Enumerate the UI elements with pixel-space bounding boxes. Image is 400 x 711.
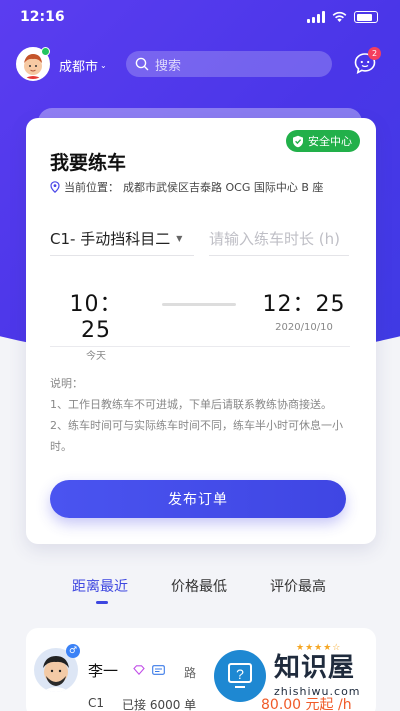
order-card: 安全中心 我要练车 当前位置： 成都市武侯区吉泰路 OCG 国际中心 B 座 C1… [26, 118, 376, 544]
tab-nearest[interactable]: 距离最近 [72, 576, 128, 596]
search-placeholder: 搜索 [155, 58, 182, 74]
time-range-divider [162, 303, 236, 306]
status-bar: 12:16 [0, 0, 400, 36]
instructions: 说明： 1、工作日教练车不可进城，下单后请联系教练协商接送。 2、练车时间可与实… [50, 373, 356, 457]
search-bar[interactable]: 搜索 [126, 51, 332, 77]
coach-route: 路 [184, 666, 197, 680]
publish-order-button[interactable]: 发布订单 [50, 480, 346, 518]
chevron-down-icon: ⌄ [100, 61, 107, 70]
sort-tabs: 距离最近 价格最低 评价最高 [0, 576, 400, 606]
location-label: 当前位置： [64, 181, 119, 194]
safety-center-button[interactable]: 安全中心 [286, 130, 360, 152]
divider [50, 346, 350, 347]
wifi-icon [332, 11, 347, 22]
duration-input[interactable]: 请输入练车时长 (h) [209, 222, 349, 256]
status-icons [307, 11, 378, 23]
search-icon [135, 57, 149, 71]
top-bar: 成都市 ⌄ 搜索 2 [0, 44, 400, 84]
start-day: 今天 [86, 351, 106, 362]
page-title: 我要练车 [50, 152, 127, 174]
end-time: 12：25 [262, 292, 346, 317]
instructions-item: 2、练车时间可与实际练车时间不同，练车半小时可休息一小时。 [50, 419, 343, 453]
gender-male-icon: ♂ [66, 644, 80, 658]
location-value: 成都市武侯区吉泰路 OCG 国际中心 B 座 [123, 181, 324, 194]
start-time-picker[interactable]: 10：25 今天 [60, 286, 132, 362]
watermark-logo-icon: ? [214, 649, 266, 702]
subject-value: C1- 手动挡科目二 [50, 230, 171, 248]
end-time-picker[interactable]: 12：25 2020/10/10 [262, 286, 346, 333]
city-label: 成都市 [59, 60, 99, 75]
subject-select[interactable]: C1- 手动挡科目二 ▼ [50, 222, 194, 256]
diamond-icon [133, 665, 145, 675]
coach-name: 李一 [88, 662, 119, 680]
battery-icon [354, 11, 378, 23]
end-day: 2020/10/10 [275, 322, 333, 333]
instructions-heading: 说明： [50, 377, 83, 390]
verified-badge [41, 47, 50, 56]
safety-center-label: 安全中心 [308, 135, 352, 148]
license-type: C1 [88, 696, 105, 710]
message-count-badge: 2 [368, 47, 381, 60]
svg-text:?: ? [236, 666, 244, 682]
location-pin-icon [50, 181, 60, 193]
watermark-url: zhishiwu.com [274, 685, 361, 698]
current-location: 当前位置： 成都市武侯区吉泰路 OCG 国际中心 B 座 [50, 179, 323, 195]
tab-lowest-price[interactable]: 价格最低 [171, 576, 227, 596]
orders-count: 已接 6000 单 [122, 698, 197, 711]
start-time: 10：25 [69, 292, 123, 343]
duration-placeholder: 请输入练车时长 (h) [209, 230, 340, 248]
dropdown-caret-icon: ▼ [176, 234, 183, 243]
clock: 12:16 [20, 9, 65, 25]
city-selector[interactable]: 成都市 ⌄ [59, 56, 107, 75]
active-tab-indicator [96, 601, 108, 604]
shield-check-icon [293, 135, 303, 147]
watermark: ? 知识屋 zhishiwu.com [214, 640, 400, 711]
license-card-icon [152, 665, 165, 675]
watermark-title: 知识屋 [274, 653, 356, 683]
signal-icon [307, 11, 325, 23]
tab-top-rated[interactable]: 评价最高 [270, 576, 326, 596]
instructions-item: 1、工作日教练车不可进城，下单后请联系教练协商接送。 [50, 398, 332, 411]
watermark-text: 知识屋 zhishiwu.com [274, 653, 361, 698]
